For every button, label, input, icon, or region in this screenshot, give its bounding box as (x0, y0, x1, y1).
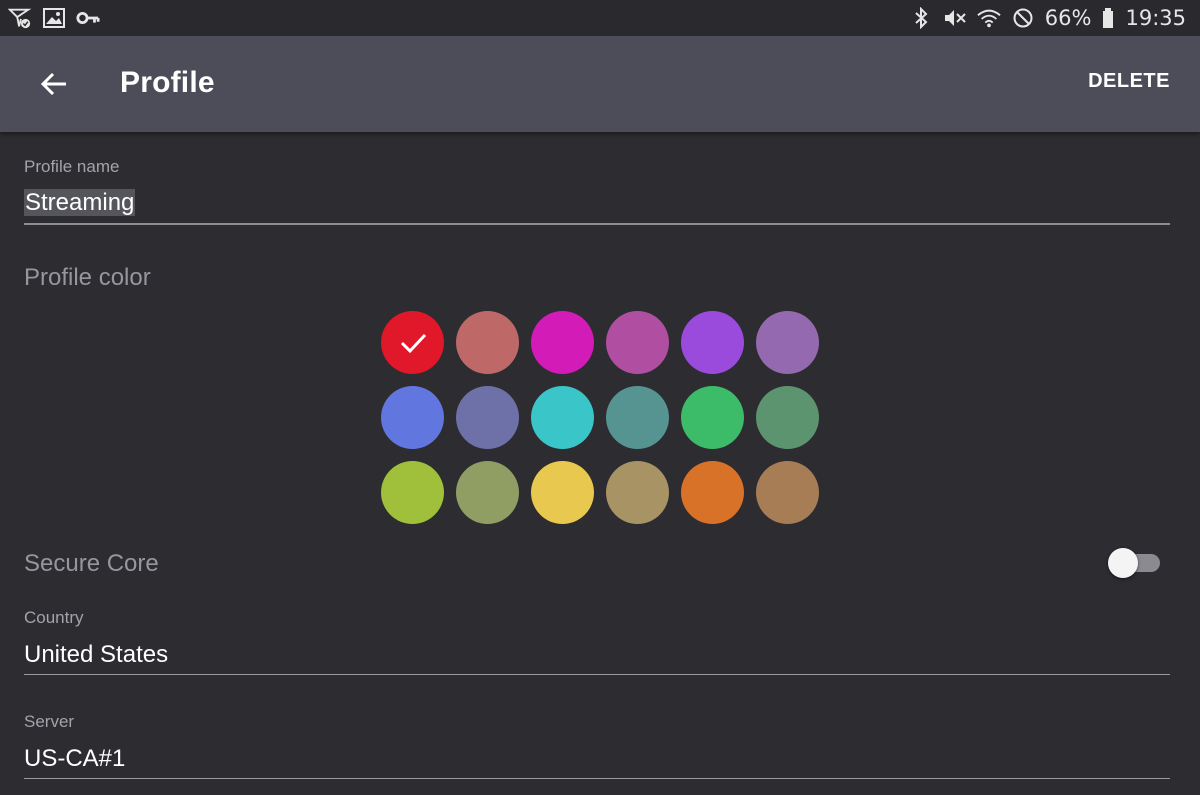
color-swatch[interactable] (531, 311, 594, 374)
toggle-thumb (1108, 548, 1138, 578)
profile-name-underline (24, 223, 1170, 225)
color-swatch[interactable] (381, 386, 444, 449)
arrow-left-icon (40, 72, 68, 96)
color-swatch[interactable] (531, 386, 594, 449)
delete-button[interactable]: DELETE (1088, 70, 1170, 93)
secure-core-label: Secure Core (24, 550, 159, 577)
wifi-icon (977, 6, 1001, 30)
bluetooth-icon (909, 6, 933, 30)
color-swatch[interactable] (681, 461, 744, 524)
send-check-icon (8, 6, 32, 30)
color-swatch[interactable] (756, 386, 819, 449)
secure-core-toggle[interactable] (1108, 548, 1162, 578)
color-swatch[interactable] (456, 311, 519, 374)
color-swatch[interactable] (681, 386, 744, 449)
country-field[interactable]: United States (24, 641, 168, 669)
image-icon (42, 6, 66, 30)
profile-name-label: Profile name (24, 157, 120, 176)
back-button[interactable] (30, 60, 78, 108)
battery-icon (1101, 6, 1115, 30)
color-swatch[interactable] (756, 311, 819, 374)
server-field[interactable]: US-CA#1 (24, 745, 125, 773)
color-swatch[interactable] (606, 311, 669, 374)
status-bar: 66% 19:35 (0, 0, 1200, 36)
status-bar-right: 66% 19:35 (909, 6, 1186, 30)
key-icon (76, 6, 100, 30)
status-bar-left (8, 6, 100, 30)
color-swatch[interactable] (456, 386, 519, 449)
color-swatch[interactable] (456, 461, 519, 524)
battery-percent: 66% (1044, 6, 1092, 30)
check-icon (399, 332, 427, 354)
country-label: Country (24, 608, 84, 627)
country-underline (24, 674, 1170, 675)
color-swatch[interactable] (381, 461, 444, 524)
mute-icon (943, 6, 967, 30)
app-bar: Profile DELETE (0, 36, 1200, 132)
color-swatch[interactable] (756, 461, 819, 524)
color-swatch-grid (381, 311, 819, 524)
color-swatch[interactable] (606, 461, 669, 524)
color-swatch[interactable] (531, 461, 594, 524)
page-title: Profile (120, 66, 215, 99)
color-swatch[interactable] (381, 311, 444, 374)
color-swatch[interactable] (681, 311, 744, 374)
server-label: Server (24, 712, 75, 731)
status-time: 19:35 (1125, 6, 1186, 30)
profile-name-value: Streaming (24, 189, 136, 216)
color-swatch[interactable] (606, 386, 669, 449)
server-underline (24, 778, 1170, 779)
do-not-disturb-icon (1011, 6, 1035, 30)
profile-name-input[interactable]: Streaming (24, 189, 136, 217)
profile-color-label: Profile color (24, 264, 151, 291)
